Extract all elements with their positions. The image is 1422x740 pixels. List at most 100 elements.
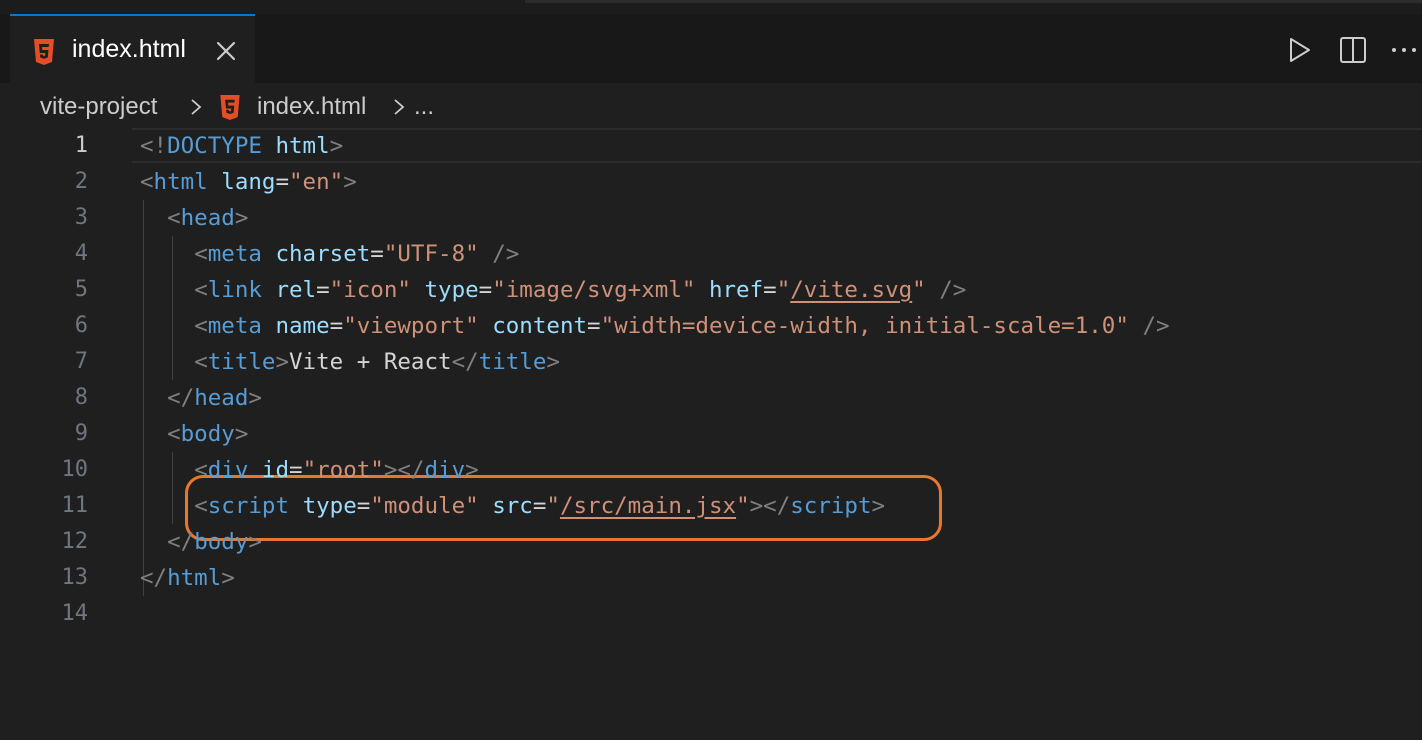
code-token: href [708,277,764,303]
code-line[interactable]: <head> [140,200,248,236]
code-token: > [248,529,262,555]
code-token: lang [221,169,276,195]
code-token: = [289,457,303,483]
code-token: = [478,277,493,303]
line-number: 1 [74,133,88,158]
code-token: </ [167,529,195,555]
line-number: 9 [74,421,88,446]
code-line[interactable]: <meta name="viewport" content="width=dev… [140,308,1170,344]
code-line[interactable]: <body> [140,416,248,452]
code-line[interactable]: </html> [140,560,235,596]
code-token: "en" [289,169,344,195]
code-token: script [207,493,290,519]
code-token: /vite.svg [790,277,913,303]
code-token: > [871,493,886,519]
code-token: = [275,169,290,195]
code-token: /> [939,277,967,303]
code-token: type [302,493,357,519]
code-token: src [492,493,533,519]
line-number: 6 [74,313,88,338]
code-token: "viewport" [343,313,479,339]
code-editor[interactable]: 1 <!DOCTYPE html> 2 <html lang="en"> 3 <head… [0,128,1422,740]
tab-index-html[interactable]: index.html [10,14,255,84]
breadcrumb-item-symbols[interactable]: ... [414,93,434,121]
code-token: < [194,349,208,375]
code-line[interactable]: <meta charset="UTF-8" /> [140,236,519,272]
code-token: <! [140,133,168,159]
tab-label: index.html [72,35,186,63]
line-number: 4 [74,241,88,266]
code-token: html [275,133,330,159]
code-token: "UTF-8" [383,241,479,267]
code-token: /src/main.jsx [559,493,737,519]
code-token: < [194,457,208,483]
line-number: 13 [61,565,89,590]
split-editor-icon[interactable] [1339,36,1367,64]
line-number: 3 [74,205,88,230]
code-line[interactable]: <link rel="icon" type="image/svg+xml" hr… [140,272,966,308]
code-token: " [776,277,791,303]
code-token: < [194,277,208,303]
code-line[interactable]: <title>Vite + React</title> [140,344,560,380]
code-token: Vite + React [289,349,452,375]
code-line[interactable]: </body> [140,524,262,560]
code-line[interactable]: <div id="root"></div> [140,452,479,488]
code-token: body [180,421,235,447]
code-token: < [194,313,208,339]
code-token: id [261,457,290,483]
code-token: html [167,565,222,591]
code-token: < [140,169,154,195]
code-token: > [248,385,262,411]
code-token: html [153,169,208,195]
code-token: = [532,493,547,519]
code-line[interactable]: <html lang="en"> [140,164,357,200]
code-line[interactable]: </head> [140,380,262,416]
code-token: </ [140,565,168,591]
code-line[interactable]: <script type="module" src="/src/main.jsx… [140,488,885,524]
code-token: > [275,349,290,375]
code-token: > [234,205,249,231]
line-number: 5 [74,277,88,302]
code-token: head [194,385,249,411]
code-token: ></ [383,457,425,483]
code-token: " [546,493,560,519]
breadcrumb-item-file[interactable]: index.html [257,93,366,121]
code-token: > [329,133,344,159]
code-token: /> [1142,313,1170,339]
line-number: 7 [74,349,88,374]
code-token: div [424,457,466,483]
line-number: 12 [61,529,89,554]
code-token: = [316,277,330,303]
code-token: rel [275,277,317,303]
breadcrumb-item-project[interactable]: vite-project [40,93,157,121]
code-token: < [167,421,181,447]
code-token: ></ [749,493,791,519]
run-icon[interactable] [1288,36,1312,64]
code-token: "image/svg+xml" [492,277,696,303]
code-token: content [492,313,588,339]
code-line[interactable]: <!DOCTYPE html> [140,128,343,164]
close-icon[interactable] [215,40,237,62]
code-token: < [194,241,208,267]
code-token: /> [492,241,520,267]
code-token: type [424,277,479,303]
more-actions-icon[interactable] [1390,36,1418,64]
chevron-right-icon [394,99,405,115]
code-token: name [275,313,330,339]
code-token: > [465,457,479,483]
code-token: " [736,493,750,519]
